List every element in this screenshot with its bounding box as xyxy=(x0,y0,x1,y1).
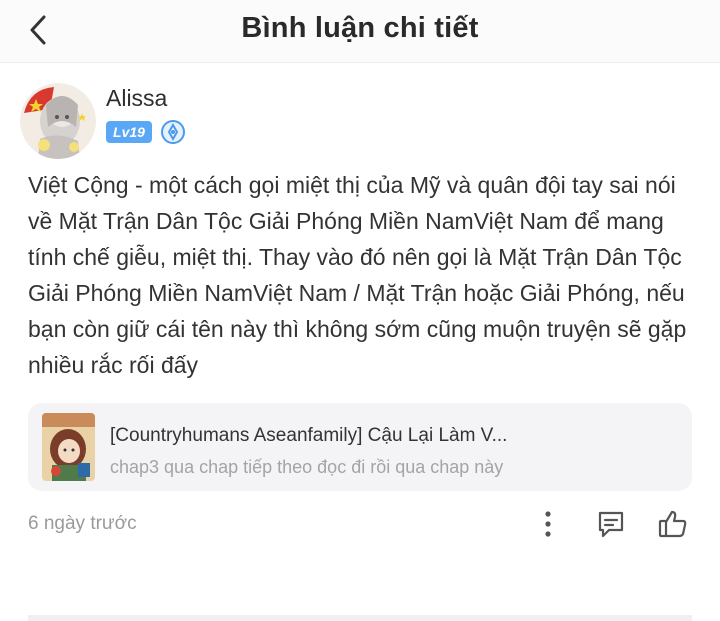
reply-button[interactable] xyxy=(594,507,628,541)
story-subtitle: chap3 qua chap tiếp theo đọc đi rồi qua … xyxy=(110,457,504,477)
comment-detail: Alissa Lv19 Việt Cộng - một cách gọi miệ… xyxy=(0,63,720,621)
avatar-image xyxy=(20,83,96,159)
comment-text: Việt Cộng - một cách gọi miệt thị của Mỹ… xyxy=(28,172,687,378)
timestamp: 6 ngày trước xyxy=(28,513,137,534)
username[interactable]: Alissa xyxy=(106,85,167,112)
page-title: Bình luận chi tiết xyxy=(241,12,479,44)
story-title: [Countryhumans Aseanfamily] Cậu Lại Làm … xyxy=(110,425,508,446)
story-thumbnail xyxy=(42,413,95,481)
verified-badge-icon xyxy=(160,119,186,145)
header-bar: Bình luận chi tiết xyxy=(0,0,720,63)
more-vertical-icon xyxy=(545,511,551,537)
more-button[interactable] xyxy=(531,507,565,541)
story-card[interactable]: [Countryhumans Aseanfamily] Cậu Lại Làm … xyxy=(28,403,692,491)
divider xyxy=(28,615,692,621)
thumbs-up-icon xyxy=(658,510,687,538)
like-button[interactable] xyxy=(656,507,690,541)
comment-icon xyxy=(598,511,624,538)
avatar[interactable] xyxy=(20,83,96,159)
level-badge: Lv19 xyxy=(106,121,152,143)
